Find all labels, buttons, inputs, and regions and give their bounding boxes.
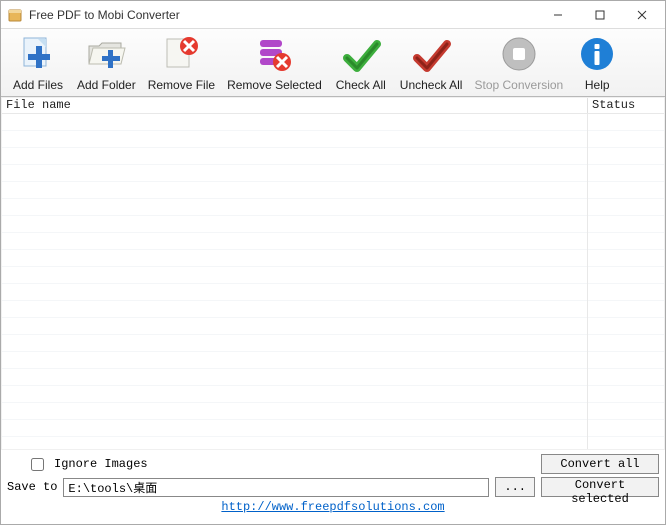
- app-icon: [7, 7, 23, 23]
- add-files-icon: [16, 34, 60, 78]
- add-folder-icon: [84, 34, 128, 78]
- add-folder-label: Add Folder: [77, 78, 136, 95]
- stop-conversion-button[interactable]: Stop Conversion: [468, 32, 569, 96]
- help-label: Help: [585, 78, 610, 95]
- check-all-label: Check All: [336, 78, 386, 95]
- save-path-input[interactable]: [63, 478, 489, 497]
- minimize-button[interactable]: [537, 2, 579, 28]
- add-folder-button[interactable]: Add Folder: [71, 32, 142, 96]
- check-all-icon: [339, 34, 383, 78]
- help-icon: [575, 34, 619, 78]
- ignore-images-label: Ignore Images: [54, 457, 148, 471]
- toolbar: Add Files Add Folder Remove File Remove …: [1, 29, 665, 97]
- remove-file-label: Remove File: [148, 78, 215, 95]
- ignore-images-checkbox[interactable]: [31, 458, 44, 471]
- close-button[interactable]: [621, 2, 663, 28]
- stop-conversion-label: Stop Conversion: [474, 78, 563, 95]
- column-file-name[interactable]: File name: [2, 98, 588, 113]
- table-body[interactable]: [2, 114, 664, 449]
- bottom-panel: Ignore Images Convert all Save to ... Co…: [1, 450, 665, 518]
- titlebar: Free PDF to Mobi Converter: [1, 1, 665, 29]
- remove-file-icon: [159, 34, 203, 78]
- add-files-label: Add Files: [13, 78, 63, 95]
- stop-icon: [497, 34, 541, 78]
- column-status[interactable]: Status: [588, 98, 664, 113]
- save-to-label: Save to: [7, 480, 57, 494]
- file-list: File name Status: [1, 97, 665, 450]
- uncheck-all-label: Uncheck All: [400, 78, 463, 95]
- window-title: Free PDF to Mobi Converter: [29, 8, 537, 22]
- remove-selected-label: Remove Selected: [227, 78, 322, 95]
- add-files-button[interactable]: Add Files: [5, 32, 71, 96]
- maximize-button[interactable]: [579, 2, 621, 28]
- uncheck-all-icon: [409, 34, 453, 78]
- browse-button[interactable]: ...: [495, 477, 535, 497]
- remove-file-button[interactable]: Remove File: [142, 32, 221, 96]
- convert-all-button[interactable]: Convert all: [541, 454, 659, 474]
- website-link[interactable]: http://www.freepdfsolutions.com: [7, 500, 659, 514]
- table-header: File name Status: [2, 98, 664, 114]
- check-all-button[interactable]: Check All: [328, 32, 394, 96]
- uncheck-all-button[interactable]: Uncheck All: [394, 32, 469, 96]
- help-button[interactable]: Help: [569, 32, 625, 96]
- convert-selected-button[interactable]: Convert selected: [541, 477, 659, 497]
- remove-selected-button[interactable]: Remove Selected: [221, 32, 328, 96]
- remove-selected-icon: [252, 34, 296, 78]
